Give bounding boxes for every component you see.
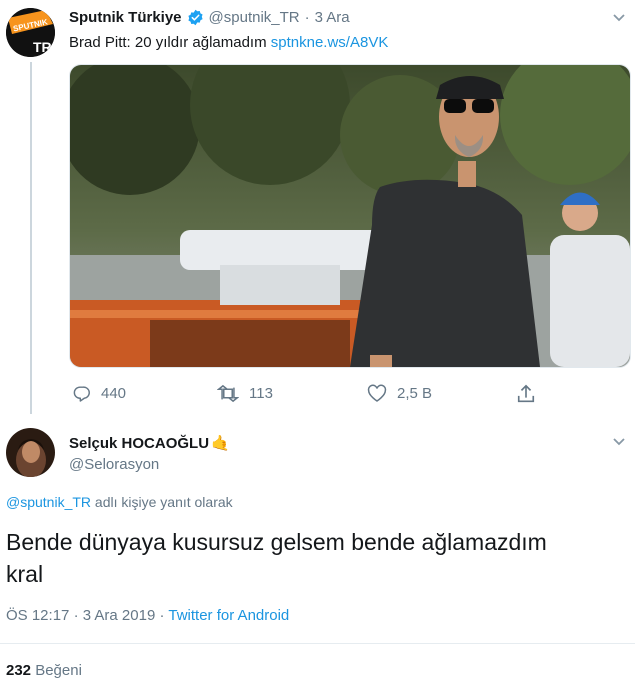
tweet2-source[interactable]: Twitter for Android xyxy=(168,607,289,624)
chevron-down-icon[interactable] xyxy=(612,10,626,27)
reply-context: @sputnik_TR adlı kişiye yanıt olarak xyxy=(6,494,233,510)
tweet1-date[interactable]: 3 Ara xyxy=(315,9,350,26)
separator-dot: · xyxy=(304,9,310,26)
thread-line xyxy=(30,62,32,414)
separator-dot: · xyxy=(159,607,165,624)
like-icon xyxy=(367,384,387,403)
likes-count: 232 xyxy=(6,662,32,679)
tweet2-author-row: Selçuk HOCAOĞLU 🤙 xyxy=(69,434,230,453)
tweet2-likes[interactable]: 232 Beğeni xyxy=(6,662,82,679)
divider xyxy=(0,643,635,644)
likes-label: Beğeni xyxy=(35,662,82,679)
tweet1-header: Sputnik Türkiye @sputnik_TR · 3 Ara xyxy=(69,9,350,26)
sputnik-logo: SPUTNIK TR xyxy=(6,8,55,57)
tweet2-handle[interactable]: @Selorasyon xyxy=(69,456,159,473)
call-me-hand-icon: 🤙 xyxy=(211,435,230,452)
brad-pitt-photo xyxy=(70,65,630,367)
tweet1-body: Brad Pitt: 20 yıldır ağlamadım xyxy=(69,34,267,51)
reply-to-handle[interactable]: @sputnik_TR xyxy=(6,494,91,510)
retweet-count: 113 xyxy=(249,385,273,402)
reply-action[interactable]: 440 xyxy=(72,384,126,403)
tweet2-text: Bende dünyaya kusursuz gelsem bende ağla… xyxy=(6,526,547,590)
reply-icon xyxy=(72,384,91,403)
sputnik-avatar[interactable]: SPUTNIK TR xyxy=(6,8,55,57)
tweet2-text-line2: kral xyxy=(6,561,44,587)
separator-dot: · xyxy=(73,607,79,624)
verified-badge-icon xyxy=(187,9,204,26)
tweet2-date[interactable]: 3 Ara 2019 xyxy=(83,607,156,624)
tweet1-handle[interactable]: @sputnik_TR xyxy=(209,9,300,26)
tweet2-author-name[interactable]: Selçuk HOCAOĞLU xyxy=(69,435,209,452)
chevron-down-icon[interactable] xyxy=(612,434,626,451)
retweet-action[interactable]: 113 xyxy=(217,384,273,403)
selcuk-avatar[interactable] xyxy=(6,428,55,477)
tweet2-text-line1: Bende dünyaya kusursuz gelsem bende ağla… xyxy=(6,529,547,555)
tweet-photo[interactable] xyxy=(69,64,631,368)
share-icon xyxy=(516,384,536,404)
svg-text:TR: TR xyxy=(33,39,52,55)
reply-count: 440 xyxy=(101,385,127,402)
retweet-icon xyxy=(217,384,239,403)
like-count: 2,5 B xyxy=(397,385,433,402)
tweet1-text: Brad Pitt: 20 yıldır ağlamadım sptnkne.w… xyxy=(69,34,388,51)
tweet2-time[interactable]: ÖS 12:17 xyxy=(6,607,69,624)
share-action[interactable] xyxy=(516,384,536,404)
tweet2-meta: ÖS 12:17 · 3 Ara 2019 · Twitter for Andr… xyxy=(6,607,289,624)
like-action[interactable]: 2,5 B xyxy=(367,384,432,403)
tweet1-author-name[interactable]: Sputnik Türkiye xyxy=(69,9,182,26)
selcuk-avatar-image xyxy=(6,428,55,477)
reply-to-suffix: adlı kişiye yanıt olarak xyxy=(94,494,233,510)
tweet1-link[interactable]: sptnkne.ws/A8VK xyxy=(271,34,389,51)
